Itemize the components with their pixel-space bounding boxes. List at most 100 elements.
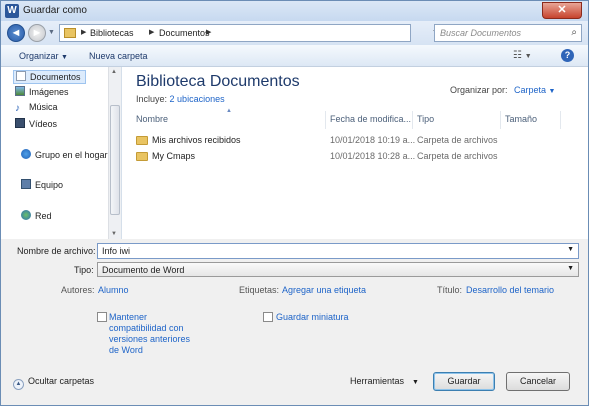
file-date: 10/01/2018 10:28 a... bbox=[330, 151, 416, 161]
pictures-icon bbox=[15, 86, 25, 96]
computer-icon bbox=[21, 179, 31, 189]
chevron-down-icon: ▼ bbox=[524, 53, 532, 60]
organize-menu-button[interactable]: Organizar ▼ bbox=[19, 51, 68, 61]
breadcrumb-separator-icon[interactable]: ▶ bbox=[206, 28, 211, 36]
close-button[interactable]: ✕ bbox=[542, 2, 582, 19]
table-row[interactable]: My Cmaps 10/01/2018 10:28 a... Carpeta d… bbox=[136, 150, 498, 164]
navigation-pane: Documentos Imágenes ♪ Música Vídeos Grupo… bbox=[1, 67, 122, 239]
title-label: Título: bbox=[437, 285, 463, 295]
breadcrumb-separator-icon[interactable]: ▶ bbox=[149, 28, 154, 36]
network-icon bbox=[21, 210, 31, 220]
save-options-panel: Nombre de archivo: Info iwi ▼ Tipo: Docu… bbox=[1, 239, 588, 405]
chevron-down-icon: ▼ bbox=[412, 379, 419, 386]
breadcrumb-bibliotecas[interactable]: Bibliotecas bbox=[90, 28, 134, 38]
sidebar-item-videos[interactable]: Vídeos bbox=[15, 118, 57, 132]
hide-folders-button[interactable]: ▲ Ocultar carpetas bbox=[13, 376, 94, 390]
recent-locations-chevron-icon[interactable]: ▼ bbox=[48, 29, 55, 36]
chevron-down-icon: ▼ bbox=[61, 54, 68, 61]
file-date: 10/01/2018 10:19 a... bbox=[330, 135, 416, 145]
sidebar-item-label: Documentos bbox=[30, 72, 81, 82]
file-type-select[interactable]: Documento de Word ▼ bbox=[97, 262, 579, 277]
tools-label: Herramientas bbox=[350, 376, 405, 386]
homegroup-icon bbox=[21, 149, 31, 159]
library-icon bbox=[64, 28, 76, 38]
compatibility-label-line: Mantener bbox=[109, 312, 148, 322]
tags-field[interactable]: Agregar una etiqueta bbox=[282, 285, 366, 295]
breadcrumb-separator-icon[interactable]: ▶ bbox=[81, 28, 86, 36]
arrange-by-dropdown[interactable]: Carpeta ▼ bbox=[514, 85, 555, 95]
navigation-bar: ◄ ► ▼ ▶ Bibliotecas ▶ Documentos ▶ ▼ ↻ B… bbox=[1, 21, 588, 45]
chevron-down-icon[interactable]: ▼ bbox=[567, 246, 574, 253]
window-title: Guardar como bbox=[23, 5, 87, 16]
sidebar-item-musica[interactable]: ♪ Música bbox=[15, 102, 58, 116]
save-thumbnail-label[interactable]: Guardar miniatura bbox=[276, 312, 349, 323]
save-button[interactable]: Guardar bbox=[433, 372, 495, 391]
sidebar-item-documentos[interactable]: Documentos bbox=[13, 70, 86, 84]
search-input[interactable]: Buscar Documentos ⌕ bbox=[434, 24, 582, 42]
tags-label: Etiquetas: bbox=[239, 285, 280, 295]
type-label: Tipo: bbox=[74, 265, 94, 275]
sidebar-item-label: Red bbox=[35, 211, 52, 221]
column-header-tipo[interactable]: Tipo bbox=[413, 111, 501, 129]
search-placeholder: Buscar Documentos bbox=[440, 28, 522, 38]
hide-folders-label: Ocultar carpetas bbox=[28, 376, 95, 386]
sidebar-item-network[interactable]: Red bbox=[21, 210, 52, 224]
authors-label: Autores: bbox=[61, 285, 95, 295]
save-thumbnail-checkbox[interactable] bbox=[263, 312, 273, 322]
scroll-down-icon[interactable]: ▼ bbox=[111, 231, 117, 237]
address-bar[interactable]: ▶ Bibliotecas ▶ Documentos ▶ ▼ ↻ bbox=[59, 24, 461, 42]
tools-menu-button[interactable]: Herramientas ▼ bbox=[350, 376, 419, 386]
file-type-value: Documento de Word bbox=[102, 265, 185, 275]
column-header-tamano[interactable]: Tamaño bbox=[501, 111, 561, 129]
change-view-icon[interactable]: ☷ ▼ bbox=[513, 50, 532, 61]
compatibility-checkbox[interactable] bbox=[97, 312, 107, 322]
scrollbar-thumb[interactable] bbox=[110, 105, 120, 215]
sidebar-item-label: Imágenes bbox=[29, 87, 69, 97]
title-field[interactable]: Desarrollo del temario bbox=[466, 285, 554, 295]
sidebar-scrollbar[interactable]: ▲ ▼ bbox=[108, 67, 121, 239]
compatibility-label[interactable]: Mantener compatibilidad con versiones an… bbox=[109, 312, 190, 356]
search-icon[interactable]: ⌕ bbox=[571, 27, 577, 38]
new-folder-button[interactable]: Nueva carpeta bbox=[89, 51, 148, 61]
column-header-fecha[interactable]: Fecha de modifica... bbox=[326, 111, 413, 129]
videos-icon bbox=[15, 118, 25, 128]
sidebar-item-computer[interactable]: Equipo bbox=[21, 179, 63, 193]
sidebar-item-label: Grupo en el hogar bbox=[35, 150, 108, 160]
chevron-down-icon: ▼ bbox=[548, 88, 556, 95]
compatibility-label-line: compatibilidad con bbox=[109, 323, 184, 333]
authors-field[interactable]: Alumno bbox=[98, 285, 129, 295]
sidebar-item-homegroup[interactable]: Grupo en el hogar bbox=[21, 149, 108, 163]
file-type: Carpeta de archivos bbox=[417, 151, 498, 161]
scroll-up-icon[interactable]: ▲ bbox=[111, 69, 117, 75]
word-app-icon: W bbox=[5, 4, 19, 18]
cancel-button[interactable]: Cancelar bbox=[506, 372, 570, 391]
includes-label: Incluye: bbox=[136, 94, 168, 104]
sidebar-item-label: Música bbox=[29, 102, 58, 112]
locations-link[interactable]: 2 ubicaciones bbox=[170, 94, 225, 104]
organize-label: Organizar bbox=[19, 51, 59, 61]
filename-input[interactable]: Info iwi ▼ bbox=[97, 243, 579, 259]
music-icon: ♪ bbox=[15, 103, 20, 114]
arrange-by-label: Organizar por: bbox=[450, 85, 508, 95]
documents-icon bbox=[16, 71, 26, 81]
sidebar-item-label: Equipo bbox=[35, 180, 64, 190]
collapse-up-icon: ▲ bbox=[13, 379, 24, 390]
folder-icon bbox=[136, 152, 148, 161]
file-type: Carpeta de archivos bbox=[417, 135, 498, 145]
arrange-by-value: Carpeta bbox=[514, 85, 547, 95]
back-button[interactable]: ◄ bbox=[7, 24, 25, 42]
compatibility-label-line: de Word bbox=[109, 345, 143, 355]
help-icon[interactable]: ? bbox=[561, 49, 574, 62]
command-bar: Organizar ▼ Nueva carpeta ☷ ▼ ? bbox=[1, 45, 588, 67]
file-name: Mis archivos recibidos bbox=[152, 135, 241, 145]
folder-icon bbox=[136, 136, 148, 145]
sidebar-item-imagenes[interactable]: Imágenes bbox=[15, 86, 69, 100]
file-name: My Cmaps bbox=[152, 151, 196, 161]
compatibility-label-line: versiones anteriores bbox=[109, 334, 191, 344]
chevron-down-icon: ▼ bbox=[567, 265, 574, 272]
column-header-nombre[interactable]: Nombre bbox=[132, 111, 326, 129]
table-row[interactable]: Mis archivos recibidos 10/01/2018 10:19 … bbox=[136, 134, 498, 148]
breadcrumb-documentos[interactable]: Documentos bbox=[159, 28, 210, 38]
library-title: Biblioteca Documentos bbox=[136, 73, 300, 90]
forward-button[interactable]: ► bbox=[28, 24, 46, 42]
